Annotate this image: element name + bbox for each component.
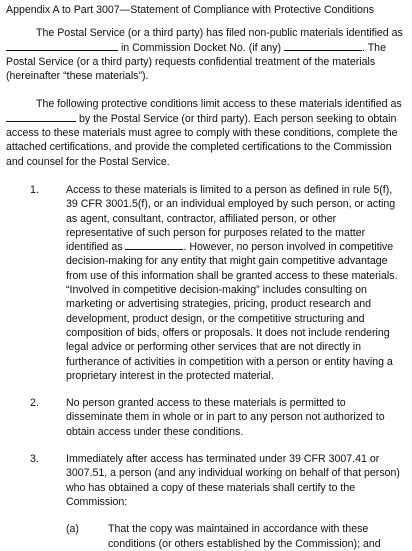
blank-line-docket — [284, 41, 363, 51]
intro1-text-a: The Postal Service (or a third party) ha… — [36, 27, 403, 40]
intro1-text-b: in Commission Docket No. (if any) — [118, 41, 285, 54]
condition-subitem-a: (a) That the copy was maintained in acco… — [66, 522, 406, 551]
item1-text-b: . However, no person involved in competi… — [66, 241, 398, 382]
condition-item-3: 3. Immediately after access has terminat… — [6, 452, 406, 509]
item-number: 1. — [30, 183, 39, 196]
subitem-letter: (a) — [66, 523, 79, 536]
item-text: No person granted access to these materi… — [66, 397, 385, 438]
condition-item-1: 1. Access to these materials is limited … — [6, 183, 406, 383]
blank-line-identified — [6, 112, 76, 122]
item-number: 3. — [30, 453, 39, 466]
item-text: Immediately after access has terminated … — [66, 453, 400, 508]
intro-paragraph-2: The following protective conditions limi… — [6, 97, 406, 168]
condition-item-2: 2. No person granted access to these mat… — [6, 396, 406, 439]
document-page: Appendix A to Part 3007—Statement of Com… — [0, 0, 412, 550]
item-number: 2. — [30, 397, 39, 410]
intro-paragraph-1: The Postal Service (or a third party) ha… — [6, 26, 406, 83]
subitem-text: That the copy was maintained in accordan… — [108, 523, 381, 550]
intro2-text-a: The following protective conditions limi… — [36, 98, 402, 111]
item-text: Access to these materials is limited to … — [66, 183, 406, 383]
document-title: Appendix A to Part 3007—Statement of Com… — [6, 4, 375, 16]
blank-line-materials — [6, 41, 118, 51]
blank-line-matter — [125, 240, 184, 251]
